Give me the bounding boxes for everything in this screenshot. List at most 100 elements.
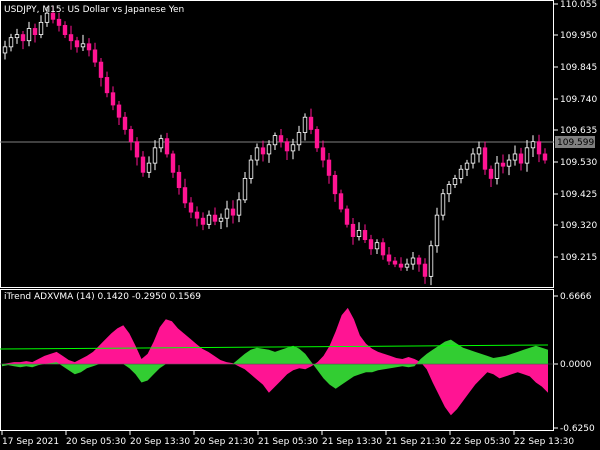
candle-body bbox=[428, 245, 434, 277]
time-tick-label: 21 Sep 05:30 bbox=[258, 437, 318, 447]
candle-body bbox=[230, 208, 236, 216]
candle-body bbox=[266, 144, 272, 155]
candle-body bbox=[224, 208, 230, 219]
candle-body bbox=[290, 144, 296, 152]
candle-body bbox=[284, 141, 290, 152]
candle-body bbox=[410, 257, 416, 265]
candle-body bbox=[32, 28, 38, 36]
candle-body bbox=[542, 153, 548, 161]
price-tick-label: 109.845 bbox=[560, 63, 597, 73]
candle-body bbox=[110, 92, 116, 106]
candle-body bbox=[26, 28, 32, 42]
candle-body bbox=[536, 141, 542, 155]
candle-body bbox=[398, 263, 404, 268]
candle-body bbox=[296, 132, 302, 146]
candle-body bbox=[2, 46, 8, 54]
candle-body bbox=[242, 178, 248, 201]
candle-body bbox=[212, 214, 218, 222]
candle-body bbox=[362, 230, 368, 241]
candle-body bbox=[170, 153, 176, 173]
candle-body bbox=[248, 159, 254, 179]
candle-body bbox=[434, 214, 440, 247]
candle-body bbox=[464, 162, 470, 170]
candle-body bbox=[530, 141, 536, 149]
candle-body bbox=[320, 147, 326, 161]
candle-body bbox=[80, 43, 86, 48]
candle-body bbox=[482, 147, 488, 170]
price-tick-label: 109.320 bbox=[560, 221, 597, 231]
candle-body bbox=[68, 34, 74, 42]
candle-body bbox=[254, 147, 260, 161]
candle-body bbox=[302, 116, 308, 133]
candle-body bbox=[56, 18, 62, 26]
candle-body bbox=[272, 135, 278, 146]
time-axis: 17 Sep 2021 20 Sep 05:30 20 Sep 13:30 20… bbox=[1, 431, 574, 447]
candle-body bbox=[140, 156, 146, 173]
indicator-tick-label: 0.6666 bbox=[560, 292, 592, 302]
candle-body bbox=[422, 263, 428, 277]
candle-body bbox=[38, 21, 44, 36]
indicator-label: iTrend ADXVMA (14) 0.1420 -0.2950 0.1569 bbox=[4, 292, 201, 302]
candle-body bbox=[344, 208, 350, 225]
current-price-badge: 109.599 bbox=[555, 136, 595, 148]
candle-body bbox=[494, 162, 500, 179]
time-tick-label: 20 Sep 21:30 bbox=[194, 437, 254, 447]
candles-group bbox=[2, 6, 548, 286]
candle-body bbox=[416, 257, 422, 265]
candle-body bbox=[524, 147, 530, 164]
time-tick-label: 17 Sep 2021 bbox=[2, 437, 59, 447]
candle-body bbox=[92, 49, 98, 63]
candle-body bbox=[470, 153, 476, 164]
trading-chart[interactable]: USDJPY, M15: US Dollar vs Japanese Yen i… bbox=[0, 0, 600, 450]
candle-body bbox=[326, 159, 332, 176]
candle-body bbox=[260, 147, 266, 155]
candle-body bbox=[380, 242, 386, 256]
time-tick-label: 21 Sep 13:30 bbox=[322, 437, 382, 447]
candle-body bbox=[194, 211, 200, 219]
candle-body bbox=[512, 153, 518, 161]
candle-body bbox=[350, 223, 356, 237]
candle-body bbox=[74, 40, 80, 48]
current-price-label: 109.599 bbox=[557, 138, 594, 148]
candle-body bbox=[440, 193, 446, 216]
candle-body bbox=[518, 153, 524, 164]
time-tick-label: 20 Sep 13:30 bbox=[130, 437, 190, 447]
candle-body bbox=[122, 116, 128, 130]
candle-body bbox=[164, 138, 170, 155]
price-tick-label: 109.530 bbox=[560, 158, 597, 168]
price-tick-label: 110.055 bbox=[560, 0, 597, 10]
candle-body bbox=[20, 34, 26, 42]
candle-body bbox=[14, 34, 20, 39]
symbol-label: USDJPY, M15: US Dollar vs Japanese Yen bbox=[4, 5, 184, 15]
candle-body bbox=[404, 263, 410, 268]
candle-body bbox=[500, 162, 506, 167]
candle-body bbox=[128, 129, 134, 143]
price-tick-label: 109.950 bbox=[560, 31, 597, 41]
candle-body bbox=[368, 239, 374, 250]
candle-body bbox=[116, 104, 122, 118]
price-tick-label: 109.635 bbox=[560, 126, 597, 136]
candle-body bbox=[356, 230, 362, 237]
candle-body bbox=[152, 147, 158, 164]
candle-body bbox=[62, 25, 68, 36]
candle-body bbox=[236, 199, 242, 216]
candle-body bbox=[386, 254, 392, 262]
candle-body bbox=[206, 214, 212, 225]
candle-body bbox=[200, 217, 206, 225]
candle-body bbox=[476, 147, 482, 155]
candle-body bbox=[458, 168, 464, 179]
candle-body bbox=[488, 168, 494, 179]
candle-body bbox=[98, 61, 104, 78]
candle-body bbox=[8, 37, 14, 48]
candle-body bbox=[308, 116, 314, 130]
candle-body bbox=[278, 135, 284, 143]
indicator-axis: 0.6666 0.0000 -0.6250 bbox=[554, 292, 595, 434]
candle-body bbox=[506, 159, 512, 167]
indicator-signal-line bbox=[0, 344, 549, 350]
candle-body bbox=[338, 193, 344, 210]
candle-body bbox=[218, 217, 224, 222]
candle-body bbox=[176, 171, 182, 189]
candle-body bbox=[158, 138, 164, 149]
candle-body bbox=[452, 178, 458, 185]
indicator-tick-label: -0.6250 bbox=[560, 424, 595, 434]
